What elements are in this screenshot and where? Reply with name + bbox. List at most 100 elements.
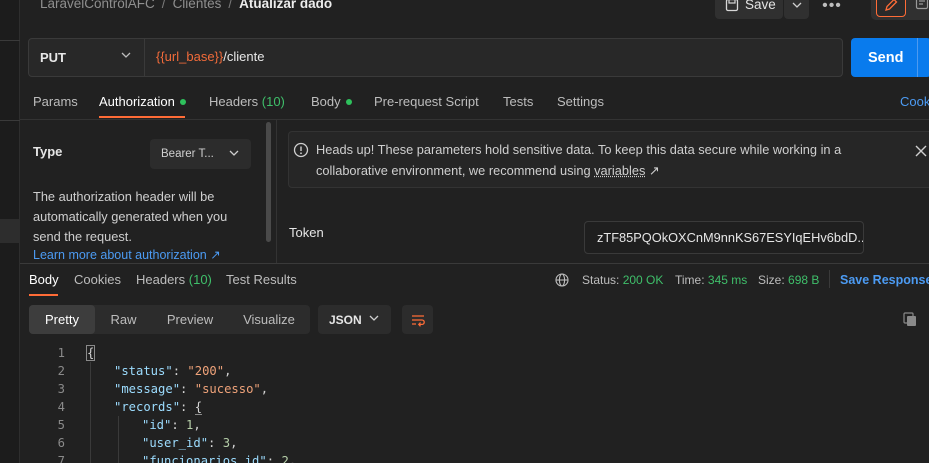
rail-divider bbox=[0, 120, 20, 121]
globe-icon[interactable] bbox=[555, 273, 569, 287]
size-value: 698 B bbox=[788, 273, 819, 287]
chevron-down-icon bbox=[121, 52, 131, 58]
scrollbar[interactable] bbox=[266, 122, 271, 242]
code-line: 7 "funcionarios_id": 2, bbox=[20, 454, 65, 463]
auth-type-value: Bearer T... bbox=[161, 148, 214, 160]
active-tab-indicator bbox=[29, 294, 58, 296]
tab-tests[interactable]: Tests bbox=[503, 94, 533, 109]
auth-description: The authorization header will be automat… bbox=[33, 187, 248, 247]
save-response-button[interactable]: Save Response bbox=[840, 273, 929, 287]
indent-guide bbox=[90, 362, 91, 463]
tab-pre-request-script[interactable]: Pre-request Script bbox=[374, 94, 479, 109]
code-text: "records": { bbox=[114, 400, 202, 414]
save-options-button[interactable] bbox=[784, 0, 809, 19]
code-text: "funcionarios_id": 2, bbox=[142, 454, 296, 463]
divider bbox=[829, 270, 830, 288]
pane-divider[interactable] bbox=[20, 263, 929, 264]
code-line: 5 "id": 1, bbox=[20, 418, 65, 436]
line-number: 7 bbox=[20, 454, 65, 463]
status-dot bbox=[346, 99, 352, 105]
indent-guide bbox=[118, 416, 119, 463]
line-number: 4 bbox=[20, 400, 65, 418]
breadcrumb-collection[interactable]: LaravelControlAFC bbox=[40, 0, 155, 11]
status-dot bbox=[180, 99, 186, 105]
response-tab-cookies[interactable]: Cookies bbox=[74, 272, 121, 287]
tab-body[interactable]: Body bbox=[311, 94, 352, 109]
token-input[interactable]: zTF85PQOkOXCnM9nnKS67ESYIqEHv6bdD... bbox=[584, 221, 864, 254]
status-readout: Status: 200 OK bbox=[582, 273, 663, 287]
cookies-link[interactable]: Cook bbox=[900, 94, 929, 109]
breadcrumb-folder[interactable]: Clientes bbox=[173, 0, 222, 11]
save-button[interactable]: Save bbox=[715, 0, 783, 19]
breadcrumb-current[interactable]: Atualizar dado bbox=[239, 0, 332, 11]
view-visualize-button[interactable]: Visualize bbox=[228, 305, 310, 334]
tab-authorization[interactable]: Authorization bbox=[99, 94, 186, 109]
external-link-icon: ↗ bbox=[649, 163, 660, 178]
wrap-lines-icon bbox=[410, 313, 426, 327]
divider bbox=[20, 119, 929, 120]
size-label: Size: bbox=[758, 273, 785, 287]
url-input[interactable]: {{url_base}}/cliente bbox=[156, 49, 264, 64]
line-number: 1 bbox=[20, 346, 65, 364]
tab-params[interactable]: Params bbox=[33, 94, 78, 109]
save-label: Save bbox=[745, 0, 776, 12]
headers-count: (10) bbox=[189, 272, 212, 287]
breadcrumb: LaravelControlAFC / Clientes / Atualizar dad… bbox=[40, 0, 332, 11]
edit-mode-button[interactable] bbox=[876, 0, 906, 17]
view-raw-button[interactable]: Raw bbox=[95, 305, 152, 334]
tab-headers[interactable]: Headers (10) bbox=[209, 94, 285, 109]
code-line: 6 "user_id": 3, bbox=[20, 436, 65, 454]
view-preview-button[interactable]: Preview bbox=[152, 305, 228, 334]
headers-count: (10) bbox=[262, 94, 285, 109]
method-value: PUT bbox=[40, 50, 66, 65]
tab-label: Authorization bbox=[99, 94, 175, 109]
divider bbox=[276, 120, 277, 263]
format-value: JSON bbox=[329, 313, 362, 327]
code-text: "id": 1, bbox=[142, 418, 201, 432]
send-label: Send bbox=[868, 50, 903, 66]
response-tab-headers[interactable]: Headers (10) bbox=[136, 272, 212, 287]
code-line: 2 "status": "200", bbox=[20, 364, 65, 382]
code-text: "message": "sucesso", bbox=[114, 382, 268, 396]
variables-link[interactable]: variables bbox=[594, 163, 645, 178]
close-icon[interactable] bbox=[914, 144, 928, 158]
pencil-icon bbox=[884, 0, 898, 12]
code-text: "user_id": 3, bbox=[142, 436, 237, 450]
alert-text: Heads up! These parameters hold sensitiv… bbox=[316, 142, 841, 178]
line-number: 3 bbox=[20, 382, 65, 400]
code-line: 4 "records": { bbox=[20, 400, 65, 418]
status-label: Status: bbox=[582, 273, 619, 287]
line-number: 2 bbox=[20, 364, 65, 382]
wrap-lines-button[interactable] bbox=[402, 305, 433, 334]
info-icon bbox=[293, 142, 309, 158]
documentation-icon[interactable] bbox=[915, 0, 929, 10]
learn-more-link[interactable]: Learn more about authorization ↗ bbox=[33, 247, 221, 262]
time-label: Time: bbox=[675, 273, 705, 287]
line-number: 5 bbox=[20, 418, 65, 436]
chevron-down-icon bbox=[792, 2, 802, 8]
chevron-down-icon bbox=[369, 315, 379, 321]
url-variable: {{url_base}} bbox=[156, 49, 223, 64]
copy-icon[interactable] bbox=[902, 311, 918, 327]
format-select[interactable]: JSON bbox=[318, 305, 391, 334]
code-text: "status": "200", bbox=[114, 364, 231, 378]
token-value: zTF85PQOkOXCnM9nnKS67ESYIqEHv6bdD... bbox=[597, 230, 864, 245]
tab-label: Body bbox=[311, 94, 341, 109]
response-tab-body[interactable]: Body bbox=[29, 272, 59, 287]
alert-message: Heads up! These parameters hold sensitiv… bbox=[316, 140, 876, 181]
time-value: 345 ms bbox=[708, 273, 747, 287]
save-icon bbox=[725, 0, 739, 12]
code-line: 3 "message": "sucesso", bbox=[20, 382, 65, 400]
time-readout: Time: 345 ms bbox=[675, 273, 747, 287]
auth-type-label: Type bbox=[33, 144, 62, 159]
response-tab-test-results[interactable]: Test Results bbox=[226, 272, 297, 287]
breadcrumb-separator: / bbox=[162, 0, 166, 11]
url-bar bbox=[28, 38, 843, 77]
token-label: Token bbox=[289, 225, 324, 240]
view-pretty-button[interactable]: Pretty bbox=[29, 305, 95, 334]
url-path: /cliente bbox=[223, 49, 264, 64]
rail-active-item[interactable] bbox=[0, 219, 20, 243]
line-number: 6 bbox=[20, 436, 65, 454]
more-options-button[interactable]: ••• bbox=[818, 0, 846, 16]
tab-settings[interactable]: Settings bbox=[557, 94, 604, 109]
